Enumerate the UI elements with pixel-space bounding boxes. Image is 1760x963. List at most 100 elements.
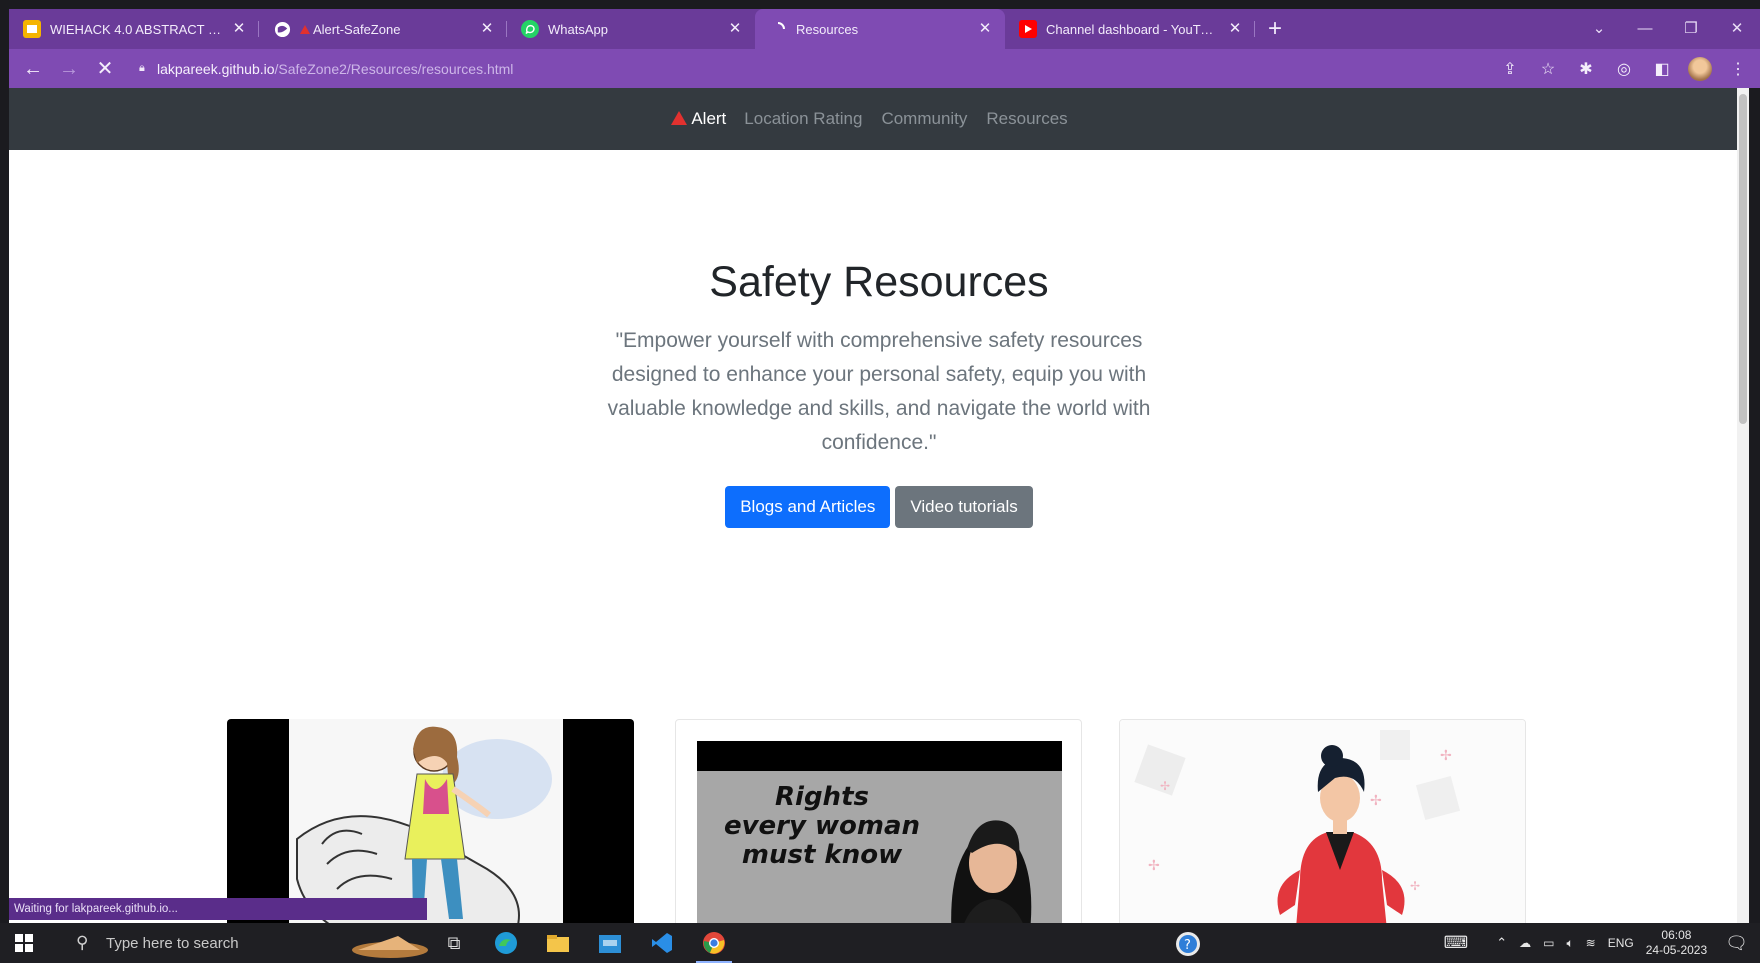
caption-line: every woman bbox=[723, 811, 921, 841]
tab-search-chevron-icon[interactable]: ⌄ bbox=[1576, 9, 1622, 49]
svg-text:✢: ✢ bbox=[1440, 747, 1452, 763]
close-icon[interactable]: ✕ bbox=[477, 19, 497, 39]
language-indicator[interactable]: ENG bbox=[1608, 936, 1634, 950]
edge-icon bbox=[495, 932, 517, 954]
toolbar-actions: ⇪ ☆ ✱ ◎ ◧ ⋮ bbox=[1498, 49, 1750, 88]
globe-icon bbox=[273, 20, 291, 38]
bookmark-star-icon[interactable]: ☆ bbox=[1536, 59, 1560, 79]
url-host: lakpareek.github.io bbox=[157, 60, 275, 77]
tab-title: WhatsApp bbox=[548, 21, 608, 37]
help-icon: ? bbox=[1176, 932, 1200, 956]
site-navbar: Alert Location Rating Community Resource… bbox=[9, 88, 1749, 150]
svg-text:✢: ✢ bbox=[1160, 779, 1170, 793]
windows-start-button[interactable] bbox=[0, 923, 48, 963]
task-view-button[interactable]: ⧉ bbox=[428, 923, 480, 963]
tab-youtube[interactable]: Channel dashboard - YouTube S ✕ bbox=[1005, 9, 1255, 49]
alert-triangle-icon bbox=[300, 24, 310, 34]
lock-icon: 🔒︎ bbox=[139, 62, 145, 74]
wifi-icon[interactable]: ≋ bbox=[1586, 936, 1596, 950]
tab-wiehack[interactable]: WIEHACK 4.0 ABSTRACT PPT - G ✕ bbox=[9, 9, 259, 49]
brand-link[interactable]: Alert bbox=[671, 109, 726, 129]
vscode-app[interactable] bbox=[636, 923, 688, 963]
keyboard-icon[interactable]: ⌨ bbox=[1444, 933, 1469, 953]
cloud-icon[interactable]: ☁ bbox=[1519, 936, 1531, 950]
side-panel-icon[interactable]: ◧ bbox=[1650, 59, 1674, 79]
close-icon[interactable]: ✕ bbox=[975, 19, 995, 39]
clock-time: 06:08 bbox=[1661, 928, 1692, 942]
search-icon: ⚲ bbox=[76, 933, 89, 952]
share-icon[interactable]: ⇪ bbox=[1498, 59, 1522, 79]
svg-text:✢: ✢ bbox=[1148, 857, 1160, 873]
woman-on-hand-illustration bbox=[227, 719, 634, 923]
loading-status-bubble: Waiting for lakpareek.github.io... bbox=[9, 898, 427, 920]
thumbnail-image: Rights every woman must know bbox=[697, 771, 1062, 923]
taskbar-search-box[interactable]: ⚲ Type here to search bbox=[48, 923, 428, 963]
tab-groups-icon[interactable]: ◎ bbox=[1612, 59, 1636, 79]
browser-tab-strip: WIEHACK 4.0 ABSTRACT PPT - G ✕ Alert-Saf… bbox=[9, 9, 1760, 49]
file-explorer-app[interactable] bbox=[532, 923, 584, 963]
tab-alert-safezone[interactable]: Alert-SafeZone ✕ bbox=[259, 9, 507, 49]
notifications-icon[interactable]: 🗨︎ bbox=[1725, 933, 1748, 954]
caption-line: Rights bbox=[775, 782, 869, 812]
close-icon[interactable]: ✕ bbox=[725, 19, 745, 39]
chevron-up-icon[interactable]: ⌃ bbox=[1496, 935, 1507, 951]
battery-icon[interactable]: ▭ bbox=[1543, 936, 1554, 950]
close-icon[interactable]: ✕ bbox=[229, 19, 249, 39]
svg-text:✢: ✢ bbox=[1370, 792, 1382, 808]
tab-whatsapp[interactable]: WhatsApp ✕ bbox=[507, 9, 755, 49]
thumbnail-caption: Rights every woman must know bbox=[697, 783, 947, 870]
help-app[interactable]: ? bbox=[1175, 931, 1201, 962]
task-view-icon: ⧉ bbox=[447, 932, 461, 953]
minimize-button[interactable]: — bbox=[1622, 9, 1668, 49]
tab-resources[interactable]: Resources ✕ bbox=[755, 9, 1005, 49]
brand-text: Alert bbox=[691, 109, 727, 128]
browser-toolbar: ← → ✕ 🔒︎ lakpareek.github.io/SafeZone2/R… bbox=[9, 49, 1760, 88]
nav-location-rating[interactable]: Location Rating bbox=[744, 109, 862, 129]
extensions-icon[interactable]: ✱ bbox=[1574, 59, 1598, 79]
back-button[interactable]: ← bbox=[15, 51, 51, 87]
youtube-icon bbox=[1019, 20, 1037, 38]
desktop: WIEHACK 4.0 ABSTRACT PPT - G ✕ Alert-Saf… bbox=[0, 0, 1760, 963]
nav-resources[interactable]: Resources bbox=[986, 109, 1067, 129]
loading-icon bbox=[769, 20, 787, 38]
close-icon[interactable]: ✕ bbox=[1225, 19, 1245, 39]
resource-card-confident-woman[interactable]: ✢ ✢ ✢ ✢ ✢ bbox=[1119, 719, 1526, 923]
nav-community[interactable]: Community bbox=[881, 109, 967, 129]
folder-icon bbox=[547, 935, 569, 952]
vscode-icon bbox=[652, 933, 672, 953]
tab-title: Resources bbox=[796, 21, 859, 37]
store-app[interactable] bbox=[584, 923, 636, 963]
svg-text:✢: ✢ bbox=[1410, 879, 1420, 893]
whatsapp-icon bbox=[521, 20, 539, 38]
slides-icon bbox=[23, 20, 41, 38]
windows-logo-icon bbox=[15, 934, 33, 952]
alert-triangle-icon bbox=[671, 111, 688, 125]
restore-button[interactable]: ❐ bbox=[1668, 9, 1714, 49]
forward-button[interactable]: → bbox=[51, 51, 87, 87]
chrome-app[interactable] bbox=[688, 923, 740, 963]
windows-taskbar: ⚲ Type here to search ⧉ ? ⌨ ⌃ ☁ ▭ 🔈︎ ≋ E… bbox=[0, 923, 1760, 963]
chrome-icon bbox=[703, 932, 725, 954]
blogs-articles-button[interactable]: Blogs and Articles bbox=[725, 486, 891, 528]
url-path: /SafeZone2/Resources/resources.html bbox=[274, 60, 514, 77]
system-tray: ⌨ ⌃ ☁ ▭ 🔈︎ ≋ ENG 06:08 24-05-2023 🗨︎ bbox=[1444, 923, 1760, 963]
stop-loading-button[interactable]: ✕ bbox=[87, 51, 123, 87]
tab-title: WIEHACK 4.0 ABSTRACT PPT - G bbox=[50, 21, 223, 37]
resource-card-illustration[interactable] bbox=[227, 719, 634, 923]
resource-card-video-thumbnail[interactable]: Rights every woman must know bbox=[675, 719, 1082, 923]
speaker-icon[interactable]: 🔈︎ bbox=[1566, 936, 1573, 951]
profile-avatar[interactable] bbox=[1688, 56, 1712, 81]
address-bar[interactable]: 🔒︎ lakpareek.github.io/SafeZone2/Resourc… bbox=[139, 54, 1539, 83]
video-tutorials-button[interactable]: Video tutorials bbox=[895, 486, 1033, 528]
menu-kebab-icon[interactable]: ⋮ bbox=[1726, 59, 1750, 79]
tab-title: Channel dashboard - YouTube S bbox=[1046, 21, 1219, 37]
edge-app[interactable] bbox=[480, 923, 532, 963]
clock[interactable]: 06:08 24-05-2023 bbox=[1646, 928, 1707, 958]
new-tab-button[interactable]: + bbox=[1255, 9, 1295, 49]
page-scrollbar[interactable] bbox=[1737, 88, 1749, 923]
scrollbar-thumb[interactable] bbox=[1739, 94, 1747, 424]
close-window-button[interactable]: ✕ bbox=[1714, 9, 1760, 49]
search-highlight-image bbox=[352, 936, 428, 958]
store-icon bbox=[599, 935, 621, 953]
page-title: Safety Resources bbox=[709, 258, 1049, 306]
